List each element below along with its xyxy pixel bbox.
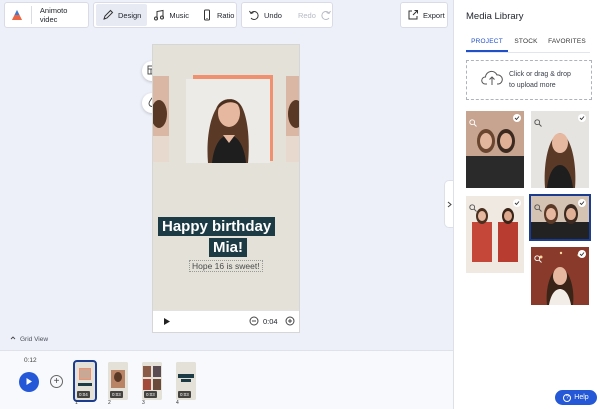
timeline-clip[interactable]: 0:03 (108, 362, 128, 400)
help-button[interactable]: ? Help (555, 390, 597, 405)
zoom-icon[interactable] (534, 199, 542, 212)
chevron-right-icon (447, 195, 452, 213)
timeline-clip[interactable]: 0:03 (176, 362, 196, 400)
upload-dropzone[interactable]: Click or drag & drop to upload more (466, 60, 592, 100)
upload-line-1: Click or drag & drop (509, 71, 571, 78)
zoom-out-icon[interactable] (249, 316, 259, 328)
title-line-1[interactable]: Happy birthday (158, 217, 276, 236)
zoom-in-icon[interactable] (285, 316, 295, 328)
zoom-icon[interactable] (534, 114, 542, 127)
preview-time: 0:04 (263, 317, 278, 326)
help-label: Help (574, 394, 589, 401)
tab-divider (466, 52, 590, 53)
design-button[interactable]: Design (96, 4, 148, 26)
toolbar-divider (31, 6, 32, 24)
clip-number: 1 (75, 400, 78, 406)
tab-project[interactable]: PROJECT (466, 38, 508, 52)
undo-label: Undo (264, 10, 282, 20)
media-item[interactable] (531, 111, 589, 188)
music-button[interactable]: Music (147, 3, 195, 27)
clip-number: 2 (108, 400, 111, 406)
project-name: Animoto videc (39, 6, 68, 24)
timeline-clip[interactable]: 0:03 (142, 362, 162, 400)
zoom-icon[interactable] (469, 199, 477, 212)
music-note-icon (153, 9, 165, 21)
undo-button[interactable]: Undo (242, 3, 288, 27)
export-icon (407, 9, 419, 21)
media-item[interactable] (531, 247, 589, 305)
zoom-icon[interactable] (534, 250, 542, 263)
history-group: Undo Redo (241, 2, 333, 28)
redo-label: Redo (297, 10, 316, 20)
check-icon[interactable] (513, 199, 521, 207)
redo-button[interactable]: Redo (292, 3, 338, 27)
clip-duration: 0:04 (77, 391, 90, 398)
player-bar: 0:04 (153, 310, 299, 332)
undo-icon (248, 9, 260, 21)
play-icon (25, 373, 33, 391)
animoto-logo-icon (11, 9, 23, 21)
media-tabs: PROJECT STOCK FAVORITES (466, 38, 590, 52)
main-photo[interactable] (186, 79, 270, 163)
photo-left-partial (153, 76, 169, 162)
video-preview[interactable]: Happy birthday Mia! Hope 16 is sweet! 0:… (152, 44, 300, 333)
tab-favorites[interactable]: FAVORITES (544, 38, 590, 52)
media-item[interactable] (466, 111, 524, 188)
ratio-label: Ratio (216, 10, 235, 20)
upload-line-2: to upload more (509, 82, 556, 89)
media-item-selected[interactable] (529, 194, 591, 241)
ratio-button[interactable]: Ratio (195, 3, 241, 27)
project-name-button[interactable]: Animoto videc (5, 3, 88, 27)
timeline-current-time: 0:12 (24, 357, 37, 364)
plus-icon: + (53, 375, 60, 387)
check-icon[interactable] (513, 114, 521, 122)
question-icon: ? (563, 393, 572, 402)
subtitle-text[interactable]: Hope 16 is sweet! (189, 260, 263, 272)
add-clip-button[interactable]: + (50, 375, 63, 388)
clip-duration: 0:03 (144, 391, 157, 398)
clip-duration: 0:03 (178, 391, 191, 398)
timeline-clip[interactable]: 0:04 (73, 360, 97, 402)
clip-number: 3 (142, 400, 145, 406)
chevron-up-icon (10, 335, 16, 343)
music-label: Music (169, 10, 189, 20)
grid-view-toggle[interactable]: Grid View (10, 335, 48, 343)
redo-icon (320, 9, 332, 21)
phone-ratio-icon (201, 9, 213, 21)
top-toolbar: Animoto videc Design Music Ratio Undo Re… (0, 0, 453, 32)
grid-view-label: Grid View (20, 335, 49, 343)
upload-text: Click or drag & drop to upload more (509, 69, 571, 91)
project-group: Animoto videc (4, 2, 89, 28)
zoom-icon[interactable] (469, 114, 477, 127)
cloud-upload-icon (481, 70, 503, 91)
export-button[interactable]: Export (401, 3, 451, 27)
play-icon[interactable] (163, 317, 171, 328)
timeline-play-button[interactable] (19, 372, 39, 392)
clip-duration: 0:03 (110, 391, 123, 398)
media-library-panel: Media Library PROJECT STOCK FAVORITES Cl… (453, 0, 600, 409)
title-line-2[interactable]: Mia! (209, 238, 247, 257)
tab-stock[interactable]: STOCK (508, 38, 544, 52)
design-group: Design Music Ratio (93, 2, 237, 28)
panel-title: Media Library (466, 11, 524, 22)
pencil-icon (102, 9, 114, 21)
check-icon[interactable] (578, 199, 586, 207)
check-icon[interactable] (578, 250, 586, 258)
check-icon[interactable] (578, 114, 586, 122)
export-label: Export (423, 10, 445, 20)
export-group: Export (400, 2, 448, 28)
photo-right-partial (286, 76, 299, 162)
media-item[interactable] (466, 196, 524, 273)
clip-number: 4 (176, 400, 179, 406)
design-label: Design (118, 10, 142, 20)
timeline: 0:12 + 0:04 1 0:03 2 0:03 3 0:03 4 (0, 350, 453, 409)
